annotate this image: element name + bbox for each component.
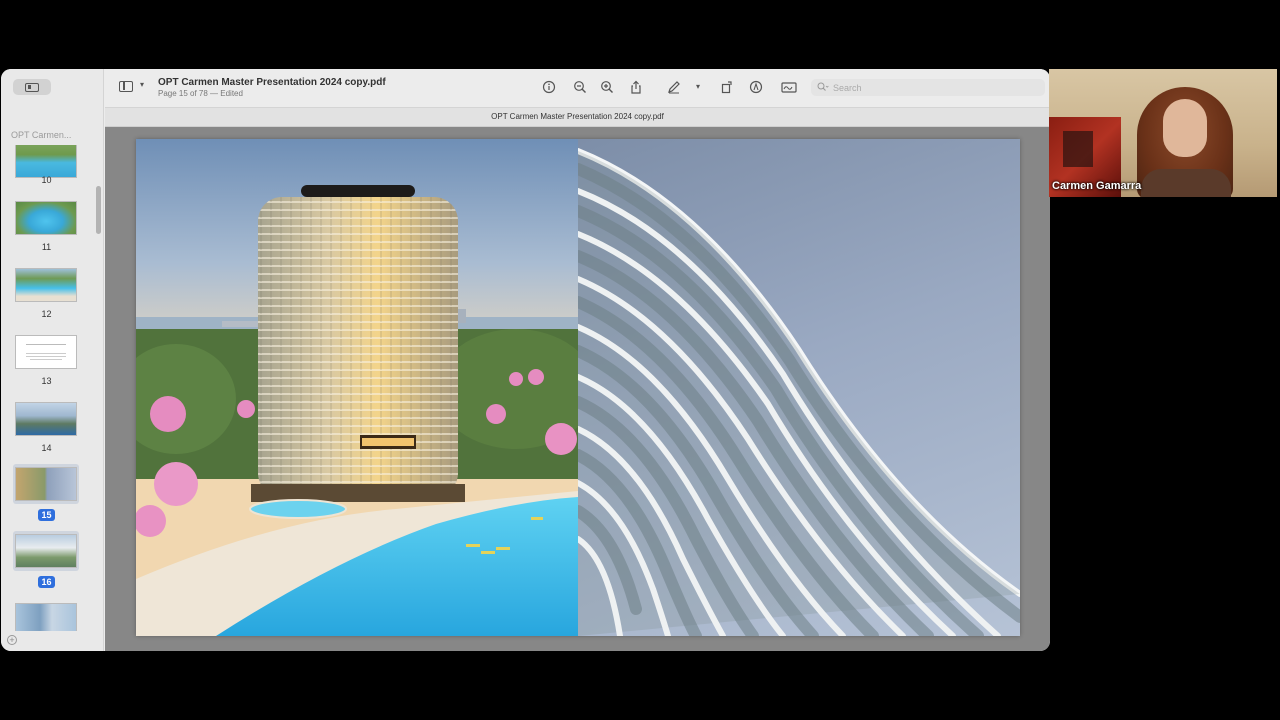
thumbnail-page-14[interactable]: [13, 399, 79, 439]
page-number: 13: [41, 376, 52, 386]
chevron-down-icon[interactable]: ▾: [140, 80, 144, 89]
thumbnail-list[interactable]: 10 11 12 13 14 15 16: [1, 145, 104, 631]
share-icon[interactable]: [629, 80, 643, 94]
thumbnail-image: [15, 335, 77, 369]
highlight-icon[interactable]: [749, 80, 763, 94]
page-number: 10: [41, 175, 52, 185]
thumbnail-image: [15, 603, 77, 631]
thumbnail-page-11[interactable]: [13, 198, 79, 238]
participant-face: [1163, 99, 1207, 157]
sidebar-scrollbar[interactable]: [96, 186, 101, 234]
page-number: 12: [41, 309, 52, 319]
document-title: OPT Carmen Master Presentation 2024 copy…: [158, 77, 386, 88]
thumbnail-image: [15, 402, 77, 436]
participant-name: Carmen Gamarra: [1052, 180, 1142, 192]
chevron-down-icon[interactable]: ▾: [691, 80, 705, 94]
document-tab-bar: OPT Carmen Master Presentation 2024 copy…: [105, 107, 1050, 127]
sign-icon[interactable]: [781, 80, 797, 94]
search-icon: [817, 82, 829, 94]
thumbnail-page-15[interactable]: [13, 464, 79, 504]
facade-closeup-image: [578, 139, 1020, 636]
search-input[interactable]: [833, 82, 1023, 93]
add-page-icon[interactable]: +: [7, 635, 17, 645]
thumbnail-page-13[interactable]: [13, 332, 79, 372]
thumbnail-image: [15, 534, 77, 568]
participant-body: [1141, 169, 1231, 197]
thumbnail-page-17[interactable]: [13, 600, 79, 631]
sidebar-title: OPT Carmen...: [11, 130, 72, 140]
thumbnail-image: [15, 467, 77, 501]
thumbnail-image: [15, 268, 77, 302]
document-tab-title: OPT Carmen Master Presentation 2024 copy…: [491, 112, 664, 121]
markup-pen-icon[interactable]: [667, 80, 681, 94]
toolbar: ▾ OPT Carmen Master Presentation 2024 co…: [105, 69, 1050, 107]
info-icon[interactable]: [542, 80, 556, 94]
zoom-in-icon[interactable]: [600, 80, 614, 94]
document-subtitle: Page 15 of 78 — Edited: [158, 89, 243, 98]
page-number: 15: [1, 509, 92, 521]
sidebar-toggle-icon[interactable]: [119, 81, 133, 92]
sidebar-view-menu-button[interactable]: [13, 79, 51, 95]
thumbnail-image: [15, 145, 77, 178]
thumbnail-page-12[interactable]: [13, 265, 79, 305]
pdf-page-15: [136, 139, 1020, 636]
page-number: 14: [41, 443, 52, 453]
rotate-icon[interactable]: [720, 80, 734, 94]
page-number: 16: [1, 576, 92, 588]
thumbnail-image: [15, 201, 77, 235]
sidebar-icon: [25, 82, 39, 92]
thumbnail-page-16[interactable]: [13, 531, 79, 571]
document-viewer[interactable]: [105, 127, 1050, 651]
thumbnail-sidebar: OPT Carmen... 10 11 12 13 14 15 16 +: [1, 69, 104, 651]
page-number: 11: [41, 242, 52, 252]
participant-video-tile[interactable]: Carmen Gamarra: [1049, 69, 1277, 197]
search-field[interactable]: [811, 79, 1045, 96]
tower-rendering-image: [136, 139, 578, 636]
zoom-out-icon[interactable]: [573, 80, 587, 94]
preview-window: OPT Carmen... 10 11 12 13 14 15 16 + ▾ O…: [1, 69, 1050, 651]
